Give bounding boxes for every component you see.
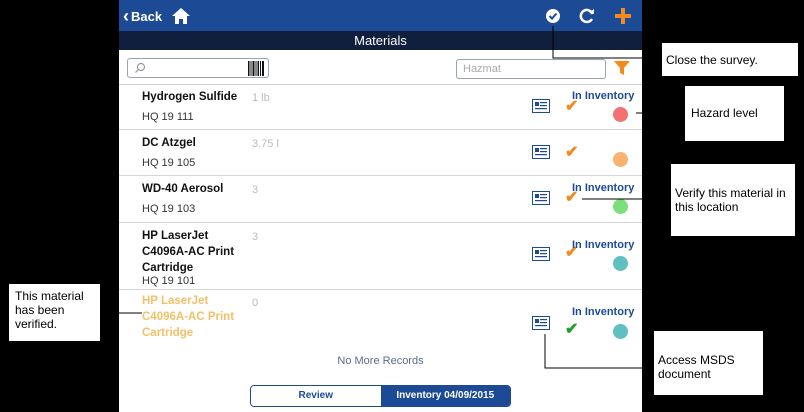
search-icon [135, 62, 146, 73]
msds-document-icon[interactable] [532, 316, 550, 330]
hazard-level-indicator [613, 152, 628, 167]
app-screen: ‹ Back Materials Hazmat Hydrogen Sulfide… [119, 0, 642, 412]
back-label: Back [131, 8, 163, 24]
callout-close-survey: Close the survey. [661, 42, 799, 77]
list-item[interactable]: HP LaserJet C4096A-AC Print Cartridge HQ… [119, 223, 642, 290]
verified-check-icon[interactable]: ✔ [565, 322, 578, 338]
back-button[interactable]: ‹ Back [123, 6, 162, 26]
list-item[interactable]: HP LaserJet C4096A-AC Print Cartridge 0 … [119, 290, 642, 344]
page-title: Materials [119, 31, 642, 50]
tab-inventory[interactable]: Inventory 04/09/2015 [380, 386, 510, 406]
material-name: HP LaserJet C4096A-AC Print Cartridge [142, 295, 235, 339]
view-segment-control: Review Inventory 04/09/2015 [250, 385, 511, 407]
material-quantity: 3 [252, 231, 259, 243]
material-quantity: 3 [252, 184, 259, 196]
callout-verify: Verify this material in this location [670, 163, 796, 237]
close-survey-check-icon[interactable] [543, 6, 563, 26]
material-code: HQ 19 103 [142, 203, 196, 215]
refresh-icon[interactable] [577, 6, 597, 26]
materials-list: Hydrogen Sulfide HQ 19 111 1 lb ✔ In Inv… [119, 84, 642, 344]
material-quantity: 1 lb [252, 92, 270, 104]
material-code: HQ 19 111 [142, 111, 194, 123]
material-name: WD-40 Aerosol [142, 183, 224, 195]
callout-hazard-level: Hazard level [684, 85, 785, 142]
callout-msds: Access MSDS document [653, 330, 764, 396]
material-name: HP LaserJet C4096A-AC Print Cartridge [142, 230, 235, 274]
list-item[interactable]: DC Atzgel HQ 19 105 3.75 l ✔ [119, 130, 642, 176]
hazard-level-indicator [613, 324, 628, 339]
material-quantity: 3.75 l [252, 138, 279, 150]
msds-document-icon[interactable] [532, 191, 550, 205]
no-more-records: No More Records [337, 355, 424, 367]
material-quantity: 0 [252, 297, 259, 309]
add-icon[interactable] [613, 6, 633, 26]
chevron-left-icon: ‹ [123, 6, 129, 26]
search-row [119, 50, 642, 85]
barcode-scan-icon[interactable] [247, 61, 265, 76]
tab-review[interactable]: Review [251, 386, 381, 406]
status-label: In Inventory [572, 90, 635, 102]
hazmat-filter-input[interactable] [456, 59, 606, 79]
status-label: In Inventory [572, 182, 635, 194]
hazard-level-indicator [613, 107, 628, 122]
material-name: DC Atzgel [142, 137, 196, 149]
top-bar: ‹ Back [119, 0, 642, 31]
hazard-level-indicator [613, 199, 628, 214]
callout-verified: This material has been verified. [8, 283, 101, 342]
list-item[interactable]: WD-40 Aerosol HQ 19 103 3 ✔ In Inventory [119, 176, 642, 223]
status-label: In Inventory [572, 306, 635, 318]
msds-document-icon[interactable] [532, 145, 550, 159]
material-code: HQ 19 105 [142, 157, 196, 169]
filter-icon[interactable] [614, 60, 630, 76]
material-code: HQ 19 101 [142, 275, 196, 287]
msds-document-icon[interactable] [532, 247, 550, 261]
search-input[interactable] [127, 58, 269, 78]
msds-document-icon[interactable] [532, 99, 550, 113]
list-item[interactable]: Hydrogen Sulfide HQ 19 111 1 lb ✔ In Inv… [119, 84, 642, 130]
verify-check-icon[interactable]: ✔ [565, 145, 578, 161]
status-label: In Inventory [572, 239, 635, 251]
material-name: Hydrogen Sulfide [142, 91, 238, 103]
home-icon[interactable] [171, 6, 191, 26]
hazard-level-indicator [613, 256, 628, 271]
